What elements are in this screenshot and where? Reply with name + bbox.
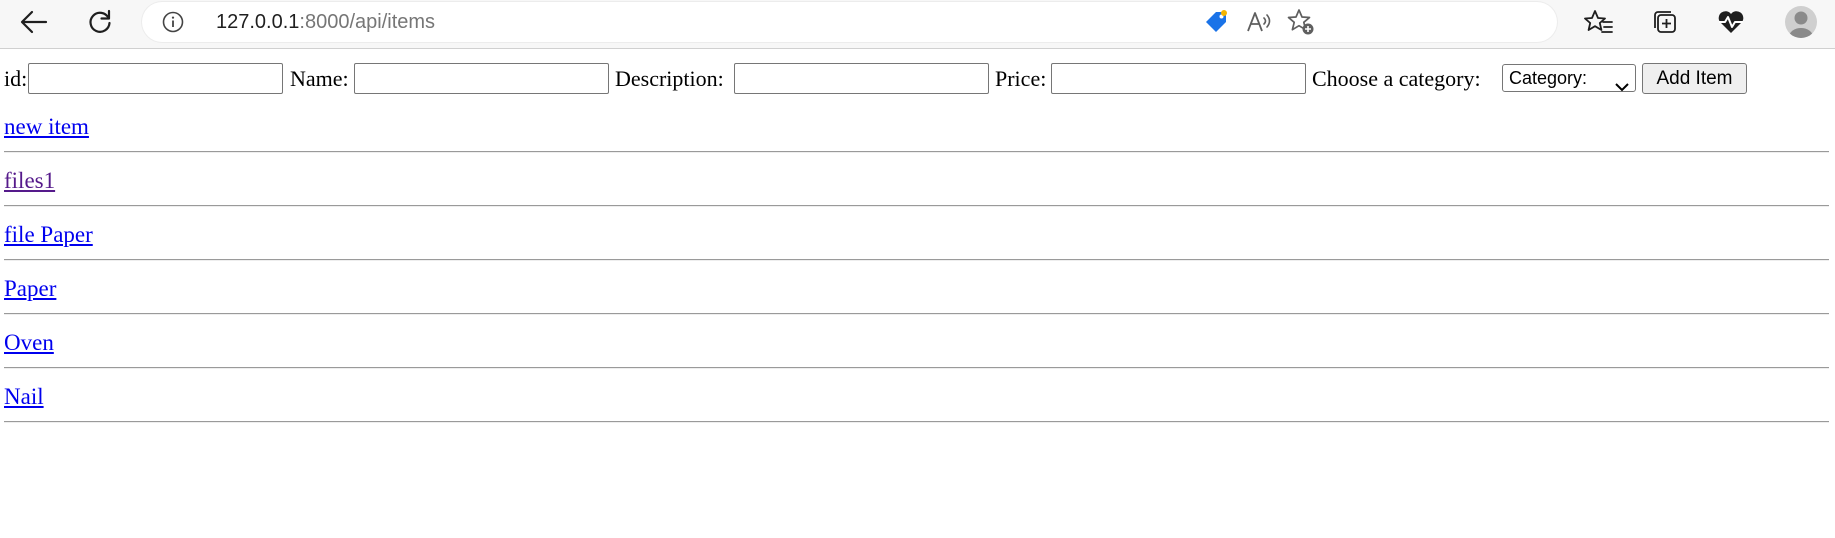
profile-icon[interactable] (1779, 0, 1823, 44)
shopping-tag-icon[interactable] (1194, 0, 1238, 44)
chevron-down-icon (1615, 73, 1629, 99)
divider (4, 259, 1829, 261)
browser-toolbar: 127.0.0.1:8000/api/items (0, 0, 1835, 49)
item-link-oven[interactable]: Oven (4, 329, 54, 357)
add-item-button[interactable]: Add Item (1642, 63, 1747, 94)
id-input[interactable] (28, 63, 283, 94)
divider (4, 151, 1829, 153)
divider (4, 205, 1829, 207)
item-list: new item files1 file Paper Paper Oven Na… (0, 113, 1835, 437)
favorites-icon[interactable] (1577, 0, 1621, 44)
list-item: Oven (0, 329, 1835, 383)
description-input[interactable] (734, 63, 989, 94)
address-bar[interactable]: 127.0.0.1:8000/api/items (142, 2, 1557, 42)
name-input[interactable] (354, 63, 609, 94)
add-favorite-icon[interactable] (1279, 0, 1323, 44)
list-item: Paper (0, 275, 1835, 329)
category-label: Choose a category: (1312, 66, 1481, 91)
read-aloud-icon[interactable] (1237, 0, 1281, 44)
url-path: :8000/api/items (299, 11, 436, 33)
item-link-files1[interactable]: files1 (4, 167, 55, 195)
category-select[interactable]: Category: (1502, 64, 1636, 92)
item-link-nail[interactable]: Nail (4, 383, 44, 411)
divider (4, 421, 1829, 423)
name-label: Name: (290, 66, 349, 91)
list-item: Nail (0, 383, 1835, 437)
category-selected-value: Category: (1509, 68, 1588, 88)
list-item: files1 (0, 167, 1835, 221)
id-label: id: (4, 66, 28, 91)
collections-icon[interactable] (1643, 0, 1687, 44)
refresh-icon[interactable] (78, 0, 122, 44)
description-label: Description: (615, 66, 724, 91)
health-icon[interactable] (1709, 0, 1753, 44)
page-content: id: Name: Description: Price: Choose a c… (0, 49, 1835, 538)
url-host: 127.0.0.1 (216, 11, 300, 33)
divider (4, 367, 1829, 369)
list-item: file Paper (0, 221, 1835, 275)
list-item: new item (0, 113, 1835, 167)
back-arrow-icon[interactable] (12, 0, 56, 44)
info-icon[interactable] (162, 11, 184, 33)
item-link-file-paper[interactable]: file Paper (4, 221, 93, 249)
divider (4, 313, 1829, 315)
price-input[interactable] (1051, 63, 1306, 94)
item-link-new-item[interactable]: new item (4, 113, 89, 141)
price-label: Price: (995, 66, 1047, 91)
url-text[interactable]: 127.0.0.1:8000/api/items (216, 11, 435, 33)
item-link-paper[interactable]: Paper (4, 275, 56, 303)
add-item-form: id: Name: Description: Price: Choose a c… (0, 63, 1835, 95)
